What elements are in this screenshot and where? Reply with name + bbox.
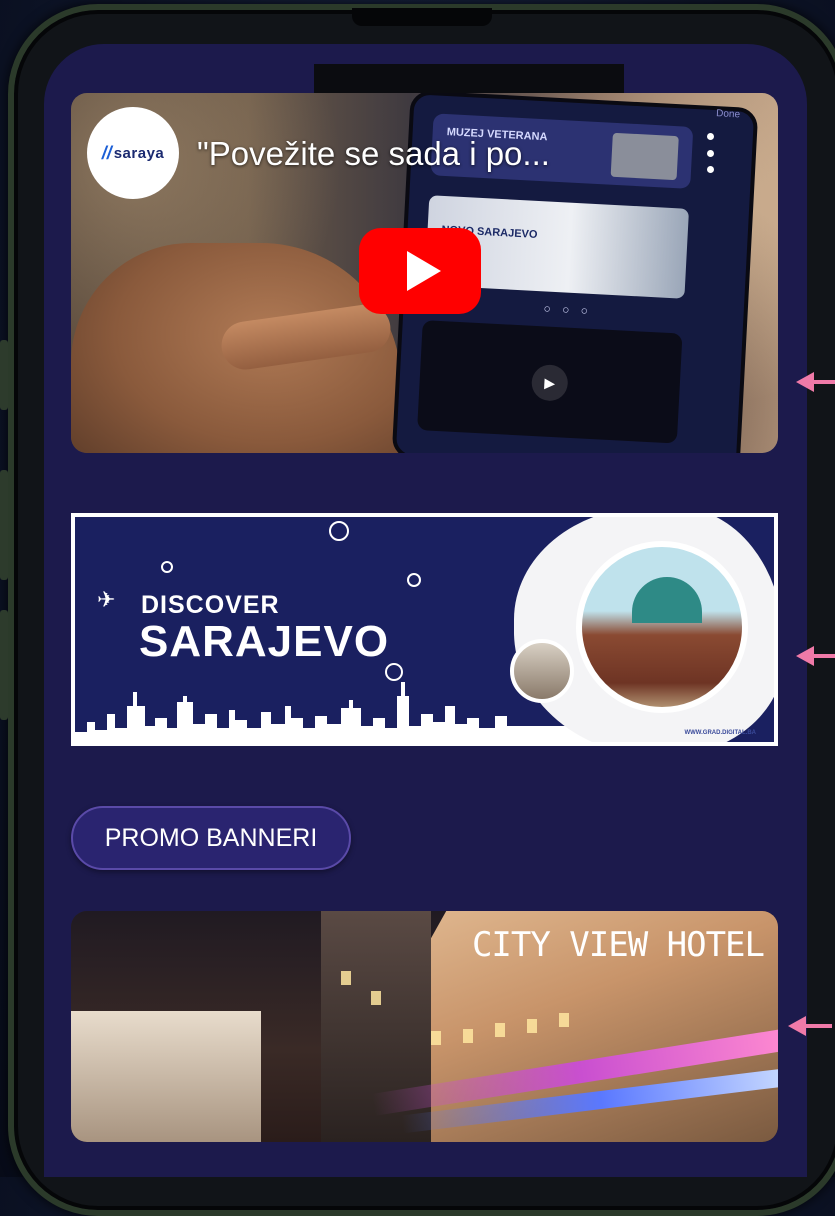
promo-banneri-button[interactable]: PROMO BANNERI [71,806,351,870]
more-vert-icon[interactable] [700,133,720,173]
annotation-arrow-left-icon [788,1016,832,1036]
lit-window [463,1029,473,1043]
sebilj-fountain-photo [576,541,748,713]
channel-name: saraya [113,144,165,162]
phone-side-button [0,470,8,580]
banner-line-discover: DISCOVER [141,591,280,619]
device-done-label: Done [715,108,741,121]
phone-side-button [0,610,8,720]
banner-decoration-ring [329,521,349,541]
old-town-street-photo [510,639,574,703]
banner-decoration-ring [407,573,421,587]
youtube-play-icon[interactable] [359,228,481,314]
device-play-icon: ▶ [530,363,569,402]
lit-window [495,1023,505,1037]
annotation-arrow-left-icon [796,372,835,392]
lit-window [559,1013,569,1027]
channel-avatar[interactable]: // saraya [87,107,179,199]
city-view-hotel-banner[interactable]: CITY VIEW HOTEL [71,911,778,1142]
annotation-arrow-left-icon [796,646,835,666]
lit-window [431,1031,441,1045]
banner-decoration-ring [161,561,173,573]
banner-url: WWW.GRAD.DIGITAL.BA [684,730,756,736]
discover-sarajevo-banner[interactable]: ✈ DISCOVER SARAJEVO WWW.GRAD.DIGITAL.BA [71,513,778,746]
left-building-image [71,1011,261,1142]
device-video-area: ▶ [417,320,683,444]
plane-icon: ✈ [97,587,116,612]
phone-speaker [352,8,492,26]
sebilj-dome [632,577,702,623]
channel-logo-mark-icon: // [101,142,112,163]
lit-window [527,1019,537,1033]
video-title[interactable]: "Povežite se sada i po... [197,135,657,173]
youtube-video-embed[interactable]: Done MUZEJ VETERANA NOVO SARAJEVO ○ ○ ○ … [71,93,778,453]
device-carousel-dots: ○ ○ ○ [543,301,593,318]
banner-line-sarajevo: SARAJEVO [139,617,390,666]
lit-window [341,971,351,985]
lit-window [371,991,381,1005]
hotel-title: CITY VIEW HOTEL [471,925,765,965]
phone-side-button [0,340,8,410]
